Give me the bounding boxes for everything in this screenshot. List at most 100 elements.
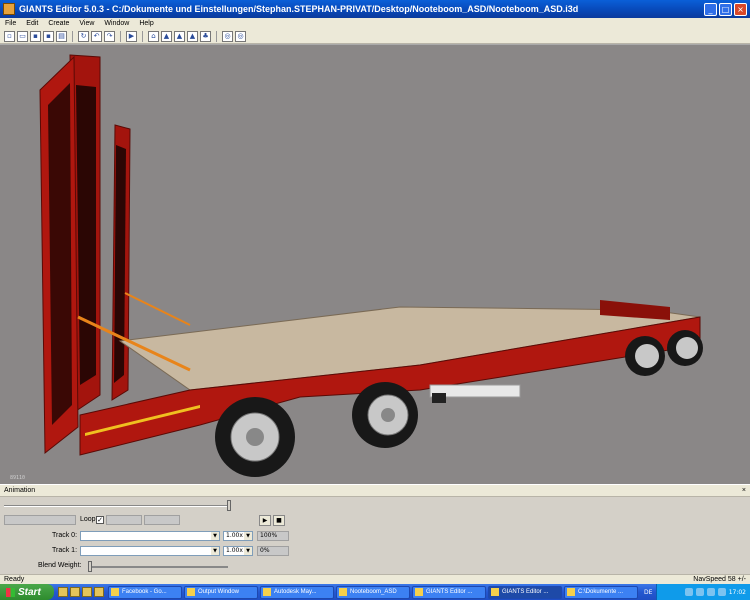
menu-bar: File Edit Create View Window Help: [0, 18, 750, 29]
menu-create[interactable]: Create: [43, 20, 74, 27]
open-icon[interactable]: ▭: [17, 30, 28, 42]
refresh-icon[interactable]: ↻: [78, 30, 89, 42]
viewport-corner-label: 89110: [10, 475, 26, 481]
giants-icon: [415, 588, 423, 596]
play-button[interactable]: ▶: [259, 515, 271, 526]
status-text: Ready: [4, 576, 25, 583]
tray-icon[interactable]: [695, 588, 704, 596]
tray-icon[interactable]: [706, 588, 715, 596]
import-icon[interactable]: ▤: [56, 30, 67, 42]
track0-weight: 100%: [260, 532, 278, 539]
toolbar-separator: [72, 30, 73, 42]
redo-icon[interactable]: ↷: [104, 30, 115, 42]
window-controls: _ □ ×: [704, 2, 747, 16]
toolbar-separator: [142, 30, 143, 42]
blend-weight-thumb[interactable]: [88, 561, 92, 572]
animation-panel-header: Animation ×: [0, 485, 750, 497]
app-icon: [3, 3, 15, 15]
task-label: C:\Dokumente ...: [578, 589, 624, 595]
windows-logo-icon: [6, 587, 15, 597]
nav-speed: NavSpeed 58 +/-: [693, 576, 746, 583]
foliage-icon[interactable]: ♣: [200, 30, 211, 42]
system-tray: 17:02: [656, 584, 750, 600]
toolbar-separator: [120, 30, 121, 42]
taskbar: Start Facebook - Go... Output Window Aut…: [0, 584, 750, 600]
status-bar: Ready NavSpeed 58 +/-: [0, 574, 750, 584]
track0-speed: 1.00x: [226, 532, 243, 539]
task-button[interactable]: Autodesk May...: [260, 585, 334, 599]
track1-clip-select[interactable]: ▼: [80, 546, 220, 556]
select-icon[interactable]: ◎: [235, 30, 246, 42]
track0-speed-select[interactable]: 1.00x ▼: [223, 531, 253, 541]
save-icon[interactable]: ▪: [30, 30, 41, 42]
new-icon[interactable]: ▫: [4, 30, 15, 42]
menu-file[interactable]: File: [0, 20, 21, 27]
task-button[interactable]: C:\Dokumente ...: [564, 585, 638, 599]
task-button[interactable]: GIANTS Editor ...: [412, 585, 486, 599]
quick-launch-icon[interactable]: [70, 587, 80, 597]
tray-icon[interactable]: [684, 588, 693, 596]
undo-icon[interactable]: ↶: [91, 30, 102, 42]
minimize-button[interactable]: _: [704, 2, 717, 16]
time-field[interactable]: [106, 515, 142, 525]
track1-weight: 0%: [260, 547, 270, 554]
quick-launch-icon[interactable]: [94, 587, 104, 597]
home-icon[interactable]: ⌂: [148, 30, 159, 42]
animation-title: Animation: [4, 487, 36, 494]
giants-icon: [491, 588, 499, 596]
language-indicator[interactable]: DE: [644, 589, 652, 596]
folder-icon: [339, 588, 347, 596]
quick-launch-icon[interactable]: [58, 587, 68, 597]
track0-weight-field[interactable]: 100%: [257, 531, 289, 541]
terrain-icon[interactable]: ▲: [174, 30, 185, 42]
animation-close-icon[interactable]: ×: [742, 487, 746, 494]
chevron-down-icon: ▼: [211, 547, 219, 555]
chevron-down-icon: ▼: [244, 547, 252, 555]
tray-icon[interactable]: [717, 588, 726, 596]
folder-icon: [567, 588, 575, 596]
trailer-render: [39, 54, 703, 477]
track0-label: Track 0:: [52, 532, 78, 539]
clip-field[interactable]: [4, 515, 76, 525]
track0-clip-select[interactable]: ▼: [80, 531, 220, 541]
blend-weight-label: Blend Weight:: [38, 562, 82, 569]
loop-checkbox[interactable]: ✓: [96, 516, 104, 524]
maximize-button[interactable]: □: [719, 2, 732, 16]
toolbar: ▫ ▭ ▪ ▪ ▤ ↻ ↶ ↷ ▶ ⌂ ▲ ▲ ▲ ♣ ◎ ◎: [0, 29, 750, 44]
quick-launch-icon[interactable]: [82, 587, 92, 597]
menu-edit[interactable]: Edit: [21, 20, 43, 27]
quick-launch: [58, 587, 104, 597]
animation-slider-thumb[interactable]: [227, 500, 231, 511]
task-label: GIANTS Editor ...: [426, 589, 473, 595]
menu-window[interactable]: Window: [99, 20, 134, 27]
task-button[interactable]: Nooteboom_ASD: [336, 585, 410, 599]
track1-label: Track 1:: [52, 547, 78, 554]
task-button-active[interactable]: GIANTS Editor ...: [488, 585, 562, 599]
track1-weight-field[interactable]: 0%: [257, 546, 289, 556]
task-button[interactable]: Output Window: [184, 585, 258, 599]
clock: 17:02: [728, 588, 746, 596]
task-label: Facebook - Go...: [122, 589, 167, 595]
chevron-down-icon: ▼: [211, 532, 219, 540]
start-button[interactable]: Start: [0, 584, 54, 600]
window-title: GIANTS Editor 5.0.3 - C:/Dokumente und E…: [19, 4, 579, 14]
select-icon[interactable]: ◎: [222, 30, 233, 42]
blend-weight-slider[interactable]: [88, 566, 228, 568]
menu-help[interactable]: Help: [134, 20, 158, 27]
task-label: Output Window: [198, 589, 240, 595]
stop-button[interactable]: ■: [273, 515, 285, 526]
title-bar: GIANTS Editor 5.0.3 - C:/Dokumente und E…: [0, 0, 750, 18]
save-as-icon[interactable]: ▪: [43, 30, 54, 42]
terrain-icon[interactable]: ▲: [187, 30, 198, 42]
animation-time-slider[interactable]: [4, 505, 229, 507]
menu-view[interactable]: View: [74, 20, 99, 27]
duration-field[interactable]: [144, 515, 180, 525]
task-label: GIANTS Editor ...: [502, 589, 549, 595]
toolbar-separator: [216, 30, 217, 42]
play-icon[interactable]: ▶: [126, 30, 137, 42]
3d-viewport[interactable]: 89110: [0, 44, 750, 484]
terrain-icon[interactable]: ▲: [161, 30, 172, 42]
task-button[interactable]: Facebook - Go...: [108, 585, 182, 599]
close-button[interactable]: ×: [734, 2, 747, 16]
track1-speed-select[interactable]: 1.00x ▼: [223, 546, 253, 556]
